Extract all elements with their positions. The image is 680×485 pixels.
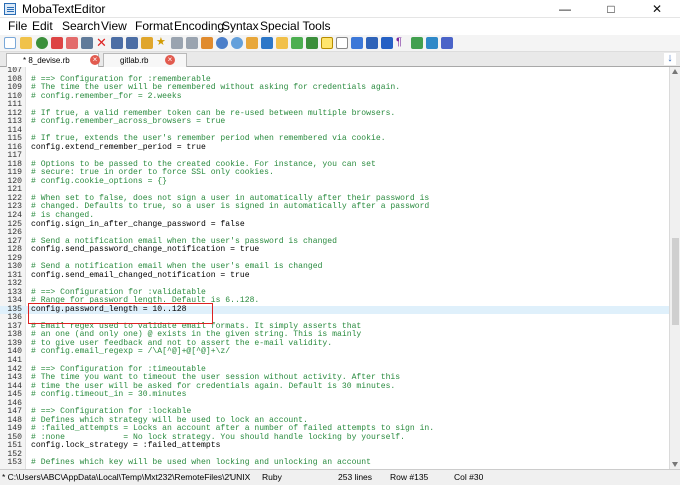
code-line[interactable]: 151 config.lock_strategy = :failed_attemp… <box>0 442 669 451</box>
status-bar: * C:\Users\ABC\AppData\Local\Temp\Mxt232… <box>0 469 680 485</box>
code-text: config.send_email_changed_notification =… <box>31 270 250 280</box>
tab-label: * 8_devise.rb <box>23 56 70 65</box>
code-text: # config.timeout_in = 30.minutes <box>31 390 187 400</box>
tab-list-down-icon[interactable]: ↓ <box>664 53 676 65</box>
code-text: # Defines which key will be used when lo… <box>31 458 371 468</box>
tab-strip: * 8_devise.rb × gitlab.rb × <box>0 52 680 67</box>
menu-encoding[interactable]: Encoding <box>174 19 224 33</box>
code-line[interactable]: 125 config.sign_in_after_change_password … <box>0 219 669 230</box>
code-line[interactable]: 153 # Defines which key will be used when… <box>0 459 669 468</box>
close-button[interactable]: ✕ <box>634 0 680 18</box>
bookmark-icon[interactable] <box>141 37 153 49</box>
code-line[interactable]: 110 # config.remember_for = 2.weeks <box>0 91 669 102</box>
new-file-icon[interactable] <box>4 37 16 49</box>
tab-close-icon[interactable]: × <box>90 55 100 65</box>
line-number: 153 <box>7 458 22 468</box>
code-text: # config.cookie_options = {} <box>31 176 167 186</box>
menu-file[interactable]: File <box>8 19 27 33</box>
menu-format[interactable]: Format <box>135 19 173 33</box>
status-column: Col #30 <box>454 472 484 482</box>
status-file-path: * C:\Users\ABC\AppData\Local\Temp\Mxt232… <box>2 472 231 482</box>
copy-icon[interactable] <box>186 37 198 49</box>
code-line[interactable]: 131 config.send_email_changed_notificatio… <box>0 270 669 281</box>
code-text: # config.remember_for = 2.weeks <box>31 91 182 101</box>
outdent-icon[interactable] <box>111 37 123 49</box>
paragraph-icon[interactable]: ¶ <box>396 37 408 49</box>
calendar-icon[interactable] <box>66 37 78 49</box>
cut-icon[interactable] <box>171 37 183 49</box>
app-icon <box>4 3 16 15</box>
undo-icon[interactable] <box>276 37 288 49</box>
status-line-ending: UNIX <box>230 472 251 482</box>
wrap-icon[interactable] <box>381 37 393 49</box>
find-next-icon[interactable] <box>231 37 243 49</box>
code-text: config.send_password_change_notification… <box>31 245 260 255</box>
code-editor[interactable]: 107 108 # ==> Configuration for :remembera… <box>0 67 669 469</box>
code-line[interactable]: 140 # config.email_regexp = /\A[^@]+@[^@]… <box>0 348 669 357</box>
menu-syntax[interactable]: Syntax <box>222 19 259 33</box>
delete-icon[interactable]: ✕ <box>96 36 108 49</box>
scroll-down-icon[interactable] <box>672 462 678 467</box>
back-icon[interactable] <box>351 37 363 49</box>
code-line[interactable]: 145 # config.timeout_in = 30.minutes <box>0 391 669 400</box>
code-line[interactable]: 135 config.password_length = 10..128 <box>0 304 669 315</box>
goto-icon[interactable] <box>261 37 273 49</box>
bold-icon[interactable] <box>336 37 348 49</box>
minimize-button[interactable]: — <box>542 0 588 18</box>
code-line[interactable]: 120 # config.cookie_options = {} <box>0 176 669 187</box>
save-all-icon[interactable] <box>51 37 63 49</box>
print-icon[interactable] <box>81 37 93 49</box>
highlight-icon[interactable] <box>321 37 333 49</box>
scroll-up-icon[interactable] <box>672 69 678 74</box>
code-line[interactable]: 113 # config.remember_across_browsers = t… <box>0 118 669 127</box>
code-text: # config.remember_across_browsers = true <box>31 117 226 127</box>
status-row: Row #135 <box>390 472 429 482</box>
toolbar: ✕ ★ ¶ <box>0 35 680 52</box>
puzzle-icon[interactable] <box>426 37 438 49</box>
scroll-thumb[interactable] <box>672 238 679 325</box>
code-text: config.extend_remember_period = true <box>31 142 206 152</box>
settings-icon[interactable] <box>306 37 318 49</box>
code-line[interactable]: 128 config.send_password_change_notificat… <box>0 246 669 255</box>
tab-close-icon[interactable]: × <box>165 55 175 65</box>
code-line[interactable]: 116 config.extend_remember_period = true <box>0 142 669 153</box>
indent-icon[interactable] <box>126 37 138 49</box>
code-text: config.password_length = 10..128 <box>31 304 187 314</box>
pencil-icon[interactable] <box>411 37 423 49</box>
maximize-button[interactable]: □ <box>588 0 634 18</box>
open-folder-icon[interactable] <box>20 37 32 49</box>
menu-view[interactable]: View <box>101 19 127 33</box>
menu-search[interactable]: Search <box>62 19 100 33</box>
title-bar: MobaTextEditor — □ ✕ <box>0 0 680 18</box>
menu-edit[interactable]: Edit <box>32 19 53 33</box>
save-icon[interactable] <box>36 37 48 49</box>
code-text: config.sign_in_after_change_password = f… <box>31 219 245 229</box>
forward-icon[interactable] <box>366 37 378 49</box>
paste-icon[interactable] <box>201 37 213 49</box>
close-icon[interactable] <box>441 37 453 49</box>
window-title: MobaTextEditor <box>22 2 106 16</box>
code-line[interactable]: 123 # changed. Defaults to true, so a use… <box>0 203 669 212</box>
star-icon[interactable]: ★ <box>156 37 168 49</box>
replace-icon[interactable] <box>246 37 258 49</box>
redo-icon[interactable] <box>291 37 303 49</box>
tab-8-devise-rb[interactable]: * 8_devise.rb <box>6 53 99 67</box>
menu-special-tools[interactable]: Special Tools <box>260 19 331 33</box>
find-icon[interactable] <box>216 37 228 49</box>
code-text: # config.email_regexp = /\A[^@]+@[^@]+\z… <box>31 347 231 357</box>
tab-label: gitlab.rb <box>120 56 149 65</box>
menu-bar: File Edit Search View Format Encoding Sy… <box>0 18 680 35</box>
vertical-scrollbar[interactable] <box>669 67 680 469</box>
code-text: config.lock_strategy = :failed_attempts <box>31 441 221 451</box>
status-language: Ruby <box>262 472 282 482</box>
status-line-count: 253 lines <box>338 472 373 482</box>
